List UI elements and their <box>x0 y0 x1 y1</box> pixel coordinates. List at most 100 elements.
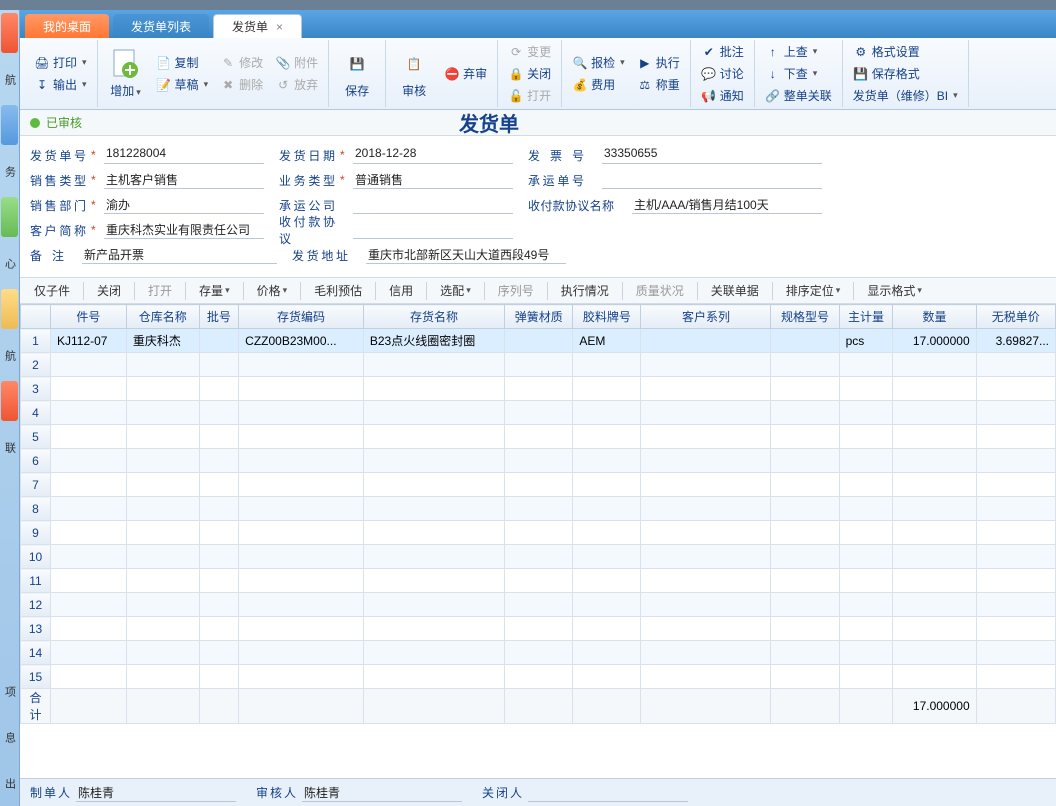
lookdown-button[interactable]: ↓下查 <box>761 63 836 85</box>
copy-button[interactable]: 📄复制 <box>152 52 213 74</box>
remark-value[interactable]: 新产品开票 <box>82 246 277 264</box>
table-row-empty[interactable]: 9 <box>21 521 1056 545</box>
nav-text-6[interactable]: 项 <box>1 671 18 711</box>
giveup-button[interactable]: ⛔弃审 <box>440 63 491 85</box>
export-button[interactable]: ↧输出 <box>30 74 91 96</box>
table-row-empty[interactable]: 10 <box>21 545 1056 569</box>
discard-button[interactable]: ↺放弃 <box>271 74 322 96</box>
nav-text-7[interactable]: 息 <box>1 717 18 757</box>
nav-text-3[interactable]: 心 <box>1 243 18 283</box>
col-lot[interactable]: 批号 <box>199 305 238 329</box>
table-row-empty[interactable]: 5 <box>21 425 1056 449</box>
weigh-button[interactable]: ⚖称重 <box>633 74 684 96</box>
invoice-value[interactable]: 33350655 <box>602 146 822 164</box>
tt-credit[interactable]: 信用 <box>381 280 421 302</box>
tt-sort[interactable]: 排序定位 <box>778 280 849 302</box>
table-row-empty[interactable]: 8 <box>21 497 1056 521</box>
shipno-value[interactable]: 181228004 <box>104 146 264 164</box>
table-row[interactable]: 1KJ112-07重庆科杰CZZ00B23M00...B23点火线圈密封圈AEM… <box>21 329 1056 353</box>
tt-related[interactable]: 关联单据 <box>703 280 767 302</box>
execute-button[interactable]: ▶执行 <box>633 52 684 74</box>
table-row-empty[interactable]: 7 <box>21 473 1056 497</box>
tt-execstat[interactable]: 执行情况 <box>553 280 617 302</box>
notify-button[interactable]: 📢通知 <box>697 85 748 107</box>
nav-text-4[interactable]: 航 <box>1 335 18 375</box>
closeop-button[interactable]: 🔒关闭 <box>504 63 555 85</box>
table-row-empty[interactable]: 14 <box>21 641 1056 665</box>
tt-gross[interactable]: 毛利预估 <box>306 280 370 302</box>
tab-desktop[interactable]: 我的桌面 <box>25 14 109 38</box>
col-wh[interactable]: 仓库名称 <box>126 305 199 329</box>
tt-close[interactable]: 关闭 <box>89 280 129 302</box>
carryno-value[interactable] <box>602 171 822 189</box>
inspect-button[interactable]: 🔍报检 <box>568 52 629 74</box>
tab-list[interactable]: 发货单列表 <box>113 14 209 38</box>
tt-open[interactable]: 打开 <box>140 280 180 302</box>
shipaddr-value[interactable]: 重庆市北部新区天山大道西段49号 <box>366 246 566 264</box>
table-row-empty[interactable]: 12 <box>21 593 1056 617</box>
payagree-value[interactable] <box>353 221 513 239</box>
formatset-button[interactable]: ⚙格式设置 <box>849 41 962 63</box>
table-row-empty[interactable]: 3 <box>21 377 1056 401</box>
col-price[interactable]: 无税单价 <box>976 305 1055 329</box>
table-row-empty[interactable]: 15 <box>21 665 1056 689</box>
nav-red-item2[interactable] <box>1 381 18 421</box>
table-row-empty[interactable]: 13 <box>21 617 1056 641</box>
nav-red-item[interactable] <box>1 13 18 53</box>
table-row-empty[interactable]: 6 <box>21 449 1056 473</box>
fee-button[interactable]: 💰费用 <box>568 74 629 96</box>
payname-value[interactable]: 主机/AAA/销售月结100天 <box>632 196 822 214</box>
shipdate-value[interactable]: 2018-12-28 <box>353 146 513 164</box>
add-button[interactable]: 增加 <box>102 40 150 107</box>
col-spring[interactable]: 弹簧材质 <box>505 305 573 329</box>
saveformat-button[interactable]: 💾保存格式 <box>849 63 962 85</box>
saletype-value[interactable]: 主机客户销售 <box>104 171 264 189</box>
lookup-button[interactable]: ↑上查 <box>761 41 836 63</box>
nav-text-5[interactable]: 联 <box>1 427 18 467</box>
tt-quality[interactable]: 质量状况 <box>628 280 692 302</box>
nav-green-item[interactable] <box>1 197 18 237</box>
linkall-button[interactable]: 🔗整单关联 <box>761 85 836 107</box>
cust-value[interactable]: 重庆科杰实业有限责任公司 <box>104 221 264 239</box>
table-row-empty[interactable]: 2 <box>21 353 1056 377</box>
discuss-button[interactable]: 💬讨论 <box>697 63 748 85</box>
tt-price[interactable]: 价格 <box>249 280 296 302</box>
col-invname[interactable]: 存货名称 <box>363 305 504 329</box>
col-invcode[interactable]: 存货编码 <box>239 305 364 329</box>
tt-seq[interactable]: 序列号 <box>490 280 542 302</box>
delete-button[interactable]: ✖删除 <box>216 74 267 96</box>
col-rubber[interactable]: 胶料牌号 <box>573 305 641 329</box>
change-button[interactable]: ⟳变更 <box>504 41 555 63</box>
col-uom[interactable]: 主计量 <box>839 305 893 329</box>
close-icon[interactable]: × <box>276 20 283 34</box>
tt-stock[interactable]: 存量 <box>191 280 238 302</box>
carrier-value[interactable] <box>353 196 513 214</box>
grid-wrap[interactable]: 件号 仓库名称 批号 存货编码 存货名称 弹簧材质 胶料牌号 客户系列 规格型号… <box>20 304 1056 778</box>
doctype-button[interactable]: 发货单（维修）BI <box>849 85 962 107</box>
table-row-empty[interactable]: 11 <box>21 569 1056 593</box>
draft-button[interactable]: 📝草稿 <box>152 74 213 96</box>
tt-mix[interactable]: 选配 <box>432 280 479 302</box>
tt-display[interactable]: 显示格式 <box>859 280 930 302</box>
nav-text-2[interactable]: 务 <box>1 151 18 191</box>
col-custseries[interactable]: 客户系列 <box>641 305 771 329</box>
audit-button[interactable]: 📋审核 <box>390 40 438 107</box>
nav-blue-item[interactable] <box>1 105 18 145</box>
tt-onlysub[interactable]: 仅子件 <box>26 280 78 302</box>
col-partno[interactable]: 件号 <box>51 305 127 329</box>
nav-yel-item[interactable] <box>1 289 18 329</box>
col-spec[interactable]: 规格型号 <box>771 305 839 329</box>
biztype-value[interactable]: 普通销售 <box>353 171 513 189</box>
nav-text-8[interactable]: 出 <box>1 763 18 803</box>
attach-button[interactable]: 📎附件 <box>271 52 322 74</box>
dept-value[interactable]: 渝办 <box>104 196 264 214</box>
print-button[interactable]: 🖨打印 <box>30 52 91 74</box>
nav-text-1[interactable]: 航 <box>1 59 18 99</box>
approve-button[interactable]: ✔批注 <box>697 41 748 63</box>
table-row-empty[interactable]: 4 <box>21 401 1056 425</box>
col-qty[interactable]: 数量 <box>893 305 976 329</box>
open-button[interactable]: 🔓打开 <box>504 85 555 107</box>
modify-button[interactable]: ✎修改 <box>216 52 267 74</box>
tab-doc[interactable]: 发货单 × <box>213 14 302 38</box>
save-button[interactable]: 💾保存 <box>333 40 381 107</box>
